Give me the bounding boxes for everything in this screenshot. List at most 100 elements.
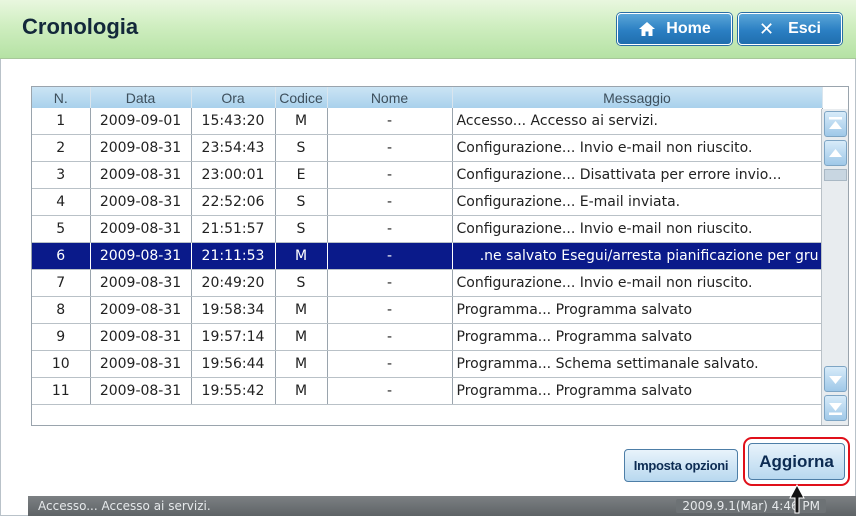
cell-ora: 23:54:43 xyxy=(191,134,276,162)
table-row[interactable]: 9 2009-08-31 19:57:14 M - Programma... Progra… xyxy=(32,323,823,351)
home-button[interactable]: Home xyxy=(617,13,732,45)
cell-data: 2009-08-31 xyxy=(90,296,192,324)
cell-n: 11 xyxy=(32,377,91,405)
cell-codice: S xyxy=(275,188,328,216)
cell-ora: 20:49:20 xyxy=(191,269,276,297)
cell-n: 4 xyxy=(32,188,91,216)
cell-nome: - xyxy=(327,269,453,297)
cell-messaggio: Configurazione... Disattivata per errore… xyxy=(452,161,823,189)
cell-data: 2009-08-31 xyxy=(90,377,192,405)
cell-nome: - xyxy=(327,377,453,405)
cell-data: 2009-08-31 xyxy=(90,242,192,270)
scroll-down-icon xyxy=(829,376,842,384)
cell-messaggio: Programma... Programma salvato xyxy=(452,296,823,324)
table-row[interactable]: 4 2009-08-31 22:52:06 S - Configurazione... E… xyxy=(32,188,823,216)
column-header-ora[interactable]: Ora xyxy=(191,87,276,108)
table-row[interactable]: 11 2009-08-31 19:55:42 M - Programma... Progr… xyxy=(32,377,823,405)
cell-codice: S xyxy=(275,134,328,162)
table-row[interactable]: 1 2009-09-01 15:43:20 M - Accesso... Accesso … xyxy=(32,108,823,135)
cell-codice: M xyxy=(275,350,328,378)
exit-button-label: Esci xyxy=(788,20,821,37)
cell-data: 2009-08-31 xyxy=(90,350,192,378)
table-row[interactable]: 8 2009-08-31 19:58:34 M - Programma... Progra… xyxy=(32,296,823,324)
cell-n: 10 xyxy=(32,350,91,378)
table-row[interactable]: 10 2009-08-31 19:56:44 M - Programma... Schem… xyxy=(32,350,823,378)
cell-nome: - xyxy=(327,242,453,270)
options-button[interactable]: Imposta opzioni xyxy=(624,449,738,482)
history-table-body: 1 2009-09-01 15:43:20 M - Accesso... Accesso … xyxy=(32,108,823,405)
scroll-top-button[interactable] xyxy=(824,111,847,137)
cell-data: 2009-09-01 xyxy=(90,108,192,135)
mouse-pointer-icon xyxy=(789,484,805,514)
column-header-n[interactable]: N. xyxy=(32,87,91,108)
cell-n: 3 xyxy=(32,161,91,189)
cell-messaggio: ne salvato Esegui/arresta pianificazione… xyxy=(452,242,823,270)
cell-messaggio: Programma... Programma salvato xyxy=(452,377,823,405)
column-header-nome[interactable]: Nome xyxy=(327,87,453,108)
scroll-up-button[interactable] xyxy=(824,140,847,166)
cell-data: 2009-08-31 xyxy=(90,188,192,216)
cell-ora: 21:51:57 xyxy=(191,215,276,243)
cell-messaggio: Configurazione... Invio e-mail non riusc… xyxy=(452,134,823,162)
refresh-button-highlight: Aggiorna xyxy=(743,437,850,486)
cell-ora: 21:11:53 xyxy=(191,242,276,270)
cell-ora: 15:43:20 xyxy=(191,108,276,135)
cell-nome: - xyxy=(327,188,453,216)
home-button-label: Home xyxy=(666,20,711,37)
exit-button[interactable]: ✕ Esci xyxy=(738,13,842,45)
cell-nome: - xyxy=(327,161,453,189)
table-row[interactable]: 7 2009-08-31 20:49:20 S - Configurazione... I… xyxy=(32,269,823,297)
scroll-down-button[interactable] xyxy=(824,366,847,392)
cell-codice: M xyxy=(275,108,328,135)
cell-n: 6 xyxy=(32,242,91,270)
scrollbar-thumb[interactable] xyxy=(824,169,847,181)
refresh-button[interactable]: Aggiorna xyxy=(748,443,845,480)
close-icon: ✕ xyxy=(758,18,775,39)
history-table-container: N. Data Ora Codice Nome Messaggio 1 2009-… xyxy=(31,86,849,426)
scroll-bottom-button[interactable] xyxy=(824,395,847,421)
home-icon xyxy=(639,22,656,36)
cell-messaggio: Configurazione... Invio e-mail non riusc… xyxy=(452,269,823,297)
scroll-up-icon xyxy=(829,149,842,157)
table-row[interactable]: 3 2009-08-31 23:00:01 E - Configurazione... D… xyxy=(32,161,823,189)
table-row[interactable]: 5 2009-08-31 21:51:57 S - Configurazione... I… xyxy=(32,215,823,243)
column-header-messaggio[interactable]: Messaggio xyxy=(452,87,823,108)
page-title: Cronologia xyxy=(22,14,139,39)
cell-messaggio: Configurazione... E-mail inviata. xyxy=(452,188,823,216)
cell-codice: M xyxy=(275,242,328,270)
status-bar: Accesso... Accesso ai servizi. 2009.9.1(… xyxy=(28,496,856,516)
cell-nome: - xyxy=(327,350,453,378)
cell-ora: 23:00:01 xyxy=(191,161,276,189)
vertical-scrollbar[interactable] xyxy=(821,109,848,425)
cell-nome: - xyxy=(327,296,453,324)
cell-ora: 19:56:44 xyxy=(191,350,276,378)
column-header-data[interactable]: Data xyxy=(90,87,192,108)
cell-n: 2 xyxy=(32,134,91,162)
cell-nome: - xyxy=(327,215,453,243)
cell-nome: - xyxy=(327,323,453,351)
title-bar: Cronologia Home ✕ Esci xyxy=(0,0,856,59)
cell-codice: M xyxy=(275,323,328,351)
cell-n: 5 xyxy=(32,215,91,243)
cell-codice: S xyxy=(275,215,328,243)
table-header-row: N. Data Ora Codice Nome Messaggio xyxy=(32,87,823,108)
column-header-codice[interactable]: Codice xyxy=(275,87,328,108)
cell-n: 7 xyxy=(32,269,91,297)
cell-ora: 19:57:14 xyxy=(191,323,276,351)
cell-data: 2009-08-31 xyxy=(90,269,192,297)
cell-data: 2009-08-31 xyxy=(90,134,192,162)
history-table: N. Data Ora Codice Nome Messaggio 1 2009-… xyxy=(32,87,823,405)
cell-messaggio: Programma... Schema settimanale salvato. xyxy=(452,350,823,378)
cell-codice: M xyxy=(275,377,328,405)
cell-messaggio: Accesso... Accesso ai servizi. xyxy=(452,108,823,135)
status-message: Accesso... Accesso ai servizi. xyxy=(38,499,211,513)
table-row[interactable]: 2 2009-08-31 23:54:43 S - Configurazione... I… xyxy=(32,134,823,162)
cell-codice: M xyxy=(275,296,328,324)
table-row[interactable]: 6 2009-08-31 21:11:53 M - ne salvato Esegui/a… xyxy=(32,242,823,270)
cell-data: 2009-08-31 xyxy=(90,161,192,189)
cell-messaggio: Configurazione... Invio e-mail non riusc… xyxy=(452,215,823,243)
cell-n: 8 xyxy=(32,296,91,324)
cell-nome: - xyxy=(327,134,453,162)
cell-n: 9 xyxy=(32,323,91,351)
cell-ora: 19:55:42 xyxy=(191,377,276,405)
